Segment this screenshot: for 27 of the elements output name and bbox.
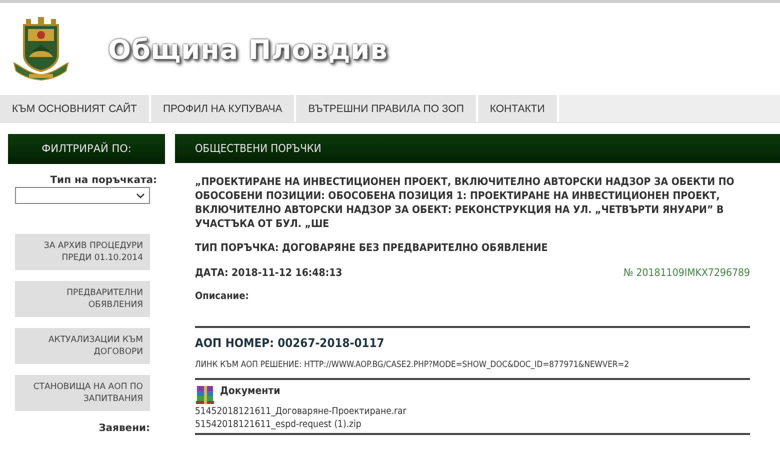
nav-link[interactable]: ВЪТРЕШНИ ПРАВИЛА ПО ЗОП: [296, 95, 478, 122]
filter-header: ФИЛТРИРАЙ ПО:: [8, 134, 165, 164]
file-link[interactable]: 51452018121611_Договаряне-Проектиране.rar: [195, 405, 750, 418]
procurement-number: № 20181109IMKX7296789: [623, 267, 750, 279]
crest-logo: [12, 17, 70, 83]
procurement-title: „ПРОЕКТИРАНЕ НА ИНВЕСТИЦИОНЕН ПРОЕКТ, ВКЛЮЧИТЕЛНО АВТОРСКИ НАДЗОР ЗА ОБЕКТИ ПО ОБОСОБЕНИ ПОЗИЦИИ: ОБОСОБЕНА ПОЗИЦИЯ 1: ПРОЕКТИРАНЕ НА ИНВЕСТИЦИОНЕН ПРОЕКТ, ВКЛЮЧИТЕЛНО АВТОРСКИ НАДЗОР ЗА ОБЕКТ: РЕКОНСТРУКЦИЯ НА УЛ. „ЧЕТВЪРТИ ЯНУАРИ” В УЧАСТЪКА ОТ БУЛ. „ШЕ: [195, 175, 736, 231]
procurement-date: ДАТА: 2018-11-12 16:48:13: [195, 267, 342, 279]
documents-heading: Документи: [220, 385, 280, 397]
nav-link[interactable]: ПРОФИЛ НА КУПУВАЧА: [150, 95, 296, 122]
aop-number: АОП НОМЕР: 00267-2018-0117: [195, 336, 386, 350]
archive-icon: [195, 385, 217, 405]
filter-link[interactable]: СТАНОВИЩА НА АОП ПО ЗАПИТВАНИЯ: [15, 375, 150, 411]
order-type-label: Тип на поръчката:: [49, 175, 157, 186]
order-type-select[interactable]: [15, 187, 150, 204]
filter-link[interactable]: АКТУАЛИЗАЦИИ КЪМ ДОГОВОРИ: [15, 328, 150, 364]
filter-link[interactable]: ПРЕДВАРИТЕЛНИ ОБЯВЛЕНИЯ: [15, 281, 150, 317]
site-title: Община Пловдив: [108, 34, 388, 66]
nav-link[interactable]: КОНТАКТИ: [478, 95, 559, 122]
procurement-type: ТИП ПОРЪЧКА: ДОГОВАРЯНЕ БЕЗ ПРЕДВАРИТЕЛНО ОБЯВЛЕНИЕ: [195, 242, 549, 254]
aop-link[interactable]: ЛИНК КЪМ АОП РЕШЕНИЕ: HTTP://WWW.AOP.BG/CASE2.PHP?MODE=SHOW_DOC&DOC_ID=877971&NEWVER=2: [195, 360, 750, 370]
file-link[interactable]: 51542018121611_espd-request (1).zip: [195, 418, 750, 431]
nav-link[interactable]: КЪМ ОСНОВНИЯТ САЙТ: [0, 95, 151, 122]
requested-label: Заявени:: [98, 423, 150, 434]
procurement-header: ОБЩЕСТВЕНИ ПОРЪЧКИ: [175, 134, 780, 163]
chevron-down-icon: [136, 192, 145, 198]
description-label: Описание:: [195, 291, 250, 302]
filter-link[interactable]: ЗА АРХИВ ПРОЦЕДУРИ ПРЕДИ 01.10.2014: [15, 234, 150, 270]
